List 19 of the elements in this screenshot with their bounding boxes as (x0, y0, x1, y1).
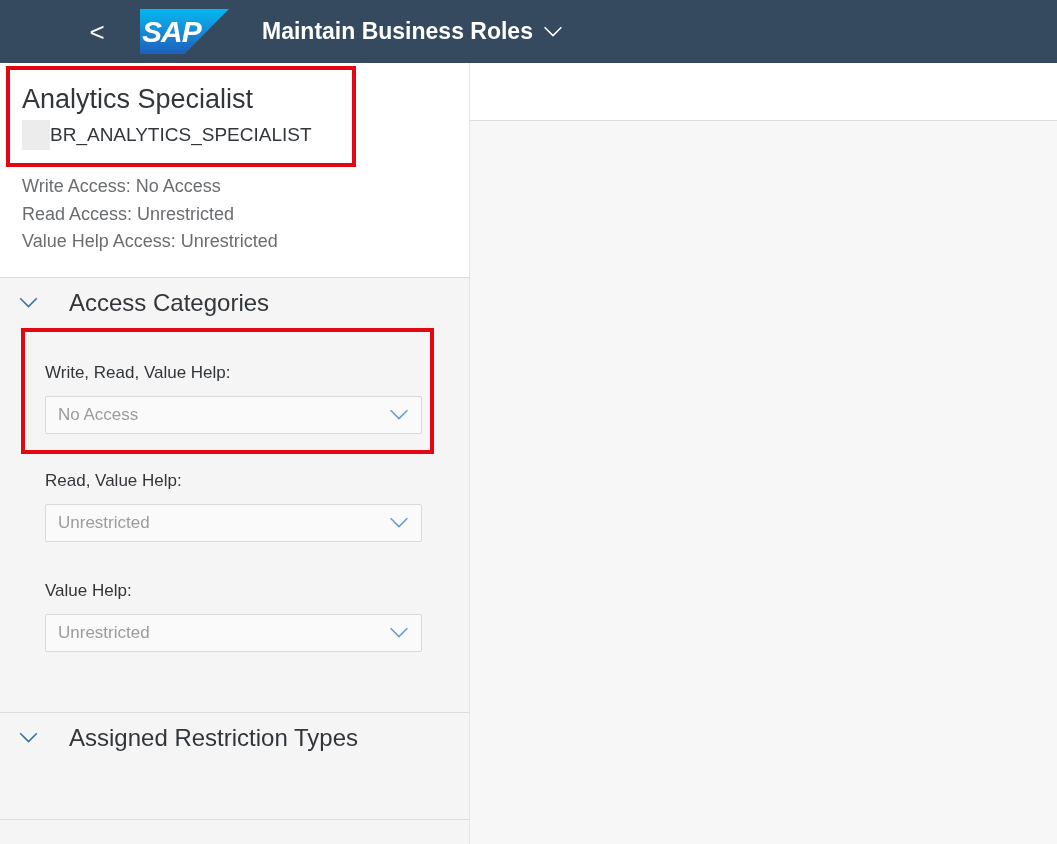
field-label: Value Help: (45, 580, 133, 602)
field-label: Read, Value Help: (45, 470, 183, 492)
back-button[interactable]: < (84, 18, 110, 45)
field-label: Write, Read, Value Help: (45, 362, 232, 384)
role-id: BR_ANALYTICS_SPECIALIST (50, 122, 312, 148)
caret-down-icon (542, 25, 563, 38)
caret-down-icon (389, 517, 409, 529)
logo: SAP (140, 9, 229, 54)
section-header[interactable]: Access Categories (0, 278, 469, 328)
caret-down-icon (389, 627, 409, 639)
app-title-menu[interactable]: Maintain Business Roles (262, 14, 563, 49)
access-summary: Value Help Access: Unrestricted (22, 230, 279, 253)
role-name: Analytics Specialist (22, 83, 255, 116)
chevron-down-icon (19, 297, 38, 309)
access-summary: Write Access: No Access (22, 175, 222, 198)
caret-down-icon (389, 409, 409, 421)
chevron-down-icon (19, 732, 38, 744)
access-summary: Read Access: Unrestricted (22, 202, 236, 226)
section-header[interactable]: Assigned Restriction Types (0, 713, 469, 763)
